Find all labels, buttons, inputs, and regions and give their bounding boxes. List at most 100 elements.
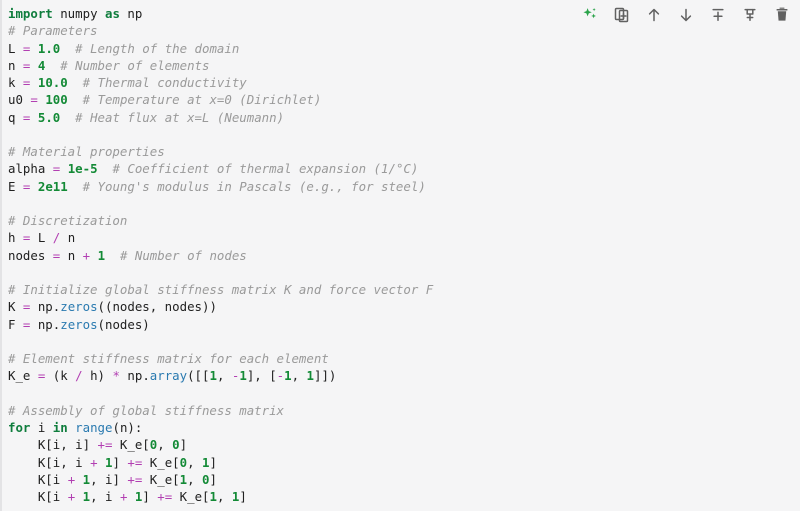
insert-cell-above-button[interactable] [706, 3, 730, 27]
code-line: alpha = 1e-5 # Coefficient of thermal ex… [8, 160, 433, 177]
code-token-num: 1.0 [37, 40, 61, 56]
code-token-nm: numpy [52, 6, 105, 21]
code-token-com: # Parameters [8, 23, 98, 39]
code-token-num: 1 [97, 247, 106, 263]
code-token-nm [98, 455, 105, 470]
code-token-num: 1 [82, 471, 91, 487]
code-token-nm: np. [30, 299, 61, 315]
code-token-com: # Thermal conductivity [82, 75, 247, 90]
ai-assist-button[interactable] [578, 3, 602, 27]
code-line: # Discretization [8, 212, 433, 229]
code-token-kw: as [104, 6, 120, 21]
code-token-com: # Young's modulus in Pascals (e.g., for … [82, 178, 426, 194]
code-token-nm: E [8, 178, 23, 194]
code-token-com: # Number of elements [60, 57, 210, 73]
code-token-nm [68, 75, 83, 90]
code-token-nm [68, 92, 83, 107]
insert-cell-below-button[interactable] [738, 3, 762, 27]
code-token-fn: zeros [60, 299, 98, 315]
code-line: q = 5.0 # Heat flux at x=L (Neumann) [8, 109, 433, 126]
code-token-com: # Assembly of global stiffness matrix [8, 402, 285, 418]
code-token-nm: ]]) [313, 368, 337, 384]
duplicate-cell-icon [613, 6, 631, 24]
code-token-nm: ((nodes, nodes)) [97, 299, 217, 315]
code-token-com: # Discretization [8, 213, 128, 228]
code-token-op: * [112, 368, 120, 384]
code-token-com: # Material properties [8, 144, 165, 159]
code-token-nm: ] [112, 454, 128, 470]
code-token-nm [30, 58, 37, 73]
code-token-nm: K[i [8, 471, 68, 487]
code-line: K[i, i + 1] += K_e[0, 1] [8, 454, 433, 471]
code-token-nm: , [291, 368, 307, 384]
code-token-nm [60, 161, 67, 176]
code-line: # Initialize global stiffness matrix K a… [8, 281, 433, 298]
code-token-nm: L [30, 230, 53, 246]
duplicate-cell-button[interactable] [610, 3, 634, 27]
code-token-nm: ] [209, 471, 217, 487]
code-token-fn: range [75, 420, 113, 435]
code-line: u0 = 100 # Temperature at x=0 (Dirichlet… [8, 91, 433, 108]
insert-cell-below-icon [741, 6, 759, 24]
delete-cell-button[interactable] [770, 3, 794, 27]
move-cell-down-button[interactable] [674, 3, 698, 27]
code-token-nm [127, 489, 134, 504]
code-token-nm: n [60, 230, 76, 246]
code-line: K[i + 1, i + 1] += K_e[1, 1] [8, 488, 433, 505]
code-line: h = L / n [8, 229, 433, 246]
code-token-nm: , [187, 471, 203, 487]
code-token-nm: (n): [112, 420, 143, 435]
code-token-nm: n [8, 57, 23, 73]
code-token-num: 1 [179, 471, 188, 487]
code-token-nm: q [8, 109, 23, 125]
code-line: # Material properties [8, 143, 433, 160]
code-token-nm [68, 179, 83, 194]
code-token-num: 1e-5 [67, 161, 98, 177]
code-token-nm: K[i, i] [8, 437, 98, 453]
code-token-op: += [97, 437, 113, 453]
move-cell-up-icon [645, 6, 663, 24]
code-token-nm [30, 110, 37, 125]
code-token-nm: np. [30, 316, 61, 332]
code-token-kw: import [8, 6, 53, 21]
code-token-com: # Temperature at x=0 (Dirichlet) [82, 92, 322, 108]
insert-cell-above-icon [709, 6, 727, 24]
code-token-nm: ] [209, 454, 217, 470]
move-cell-up-button[interactable] [642, 3, 666, 27]
code-cell[interactable]: import numpy as np # Parameters L = 1.0 # … [0, 0, 800, 511]
code-token-num: 1 [209, 368, 217, 384]
code-token-nm: k [8, 75, 23, 90]
code-line: k = 10.0 # Thermal conductivity [8, 74, 433, 91]
code-line: K[i + 1, i] += K_e[1, 0] [8, 471, 433, 488]
code-token-com: # Length of the domain [75, 40, 240, 56]
code-token-com: # Element stiffness matrix for each elem… [8, 351, 329, 366]
code-token-com: # Initialize global stiffness matrix K a… [8, 282, 434, 297]
code-line: L = 1.0 # Length of the domain [8, 40, 433, 57]
code-token-num: 100 [45, 92, 68, 108]
code-line: E = 2e11 # Young's modulus in Pascals (e… [8, 178, 433, 195]
code-line: # Parameters [8, 22, 433, 39]
code-token-com: # Heat flux at x=L (Neumann) [75, 109, 285, 125]
code-token-nm: h [8, 230, 23, 246]
code-line: # Element stiffness matrix for each elem… [8, 350, 433, 367]
code-token-nm: , i [90, 489, 120, 504]
code-token-nm [90, 248, 97, 263]
code-line: K = np.zeros((nodes, nodes)) [8, 298, 433, 315]
code-token-op: += [127, 454, 143, 470]
code-token-fn: array [149, 368, 188, 384]
code-token-kw: for [8, 420, 31, 435]
code-editor-content[interactable]: import numpy as np # Parameters L = 1.0 # … [2, 0, 433, 505]
code-token-nm [45, 58, 60, 73]
code-token-kw: in [52, 420, 68, 435]
code-token-op: = [30, 92, 38, 108]
code-token-nm: , [216, 489, 232, 504]
code-token-nm: i [30, 420, 53, 435]
code-token-nm [98, 161, 113, 176]
code-token-num: 1 [284, 368, 292, 384]
code-token-nm: u0 [8, 92, 31, 108]
code-token-num: 1 [209, 489, 217, 504]
